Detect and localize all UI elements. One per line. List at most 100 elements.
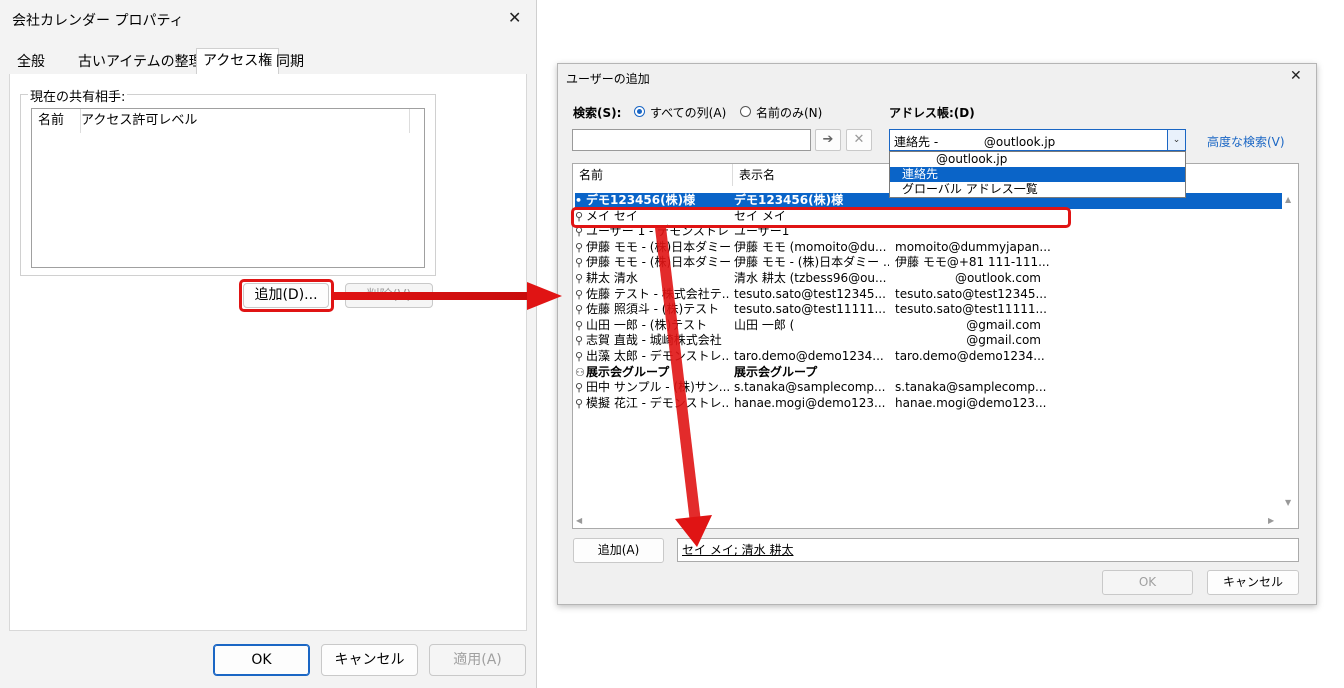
list-item-name: ⚲ 出藻 太郎 - デモンストレ...: [575, 349, 730, 365]
scroll-up-icon[interactable]: ▲: [1285, 195, 1291, 204]
radio-name-only[interactable]: [740, 106, 751, 117]
list-item-email: @gmail.com: [966, 333, 1041, 348]
go-arrow-icon[interactable]: ➔: [815, 129, 841, 151]
list-item-name-text: 山田 一郎 - (株)テスト: [586, 317, 708, 332]
person-icon: ⚲: [575, 318, 584, 332]
address-book-combo[interactable]: 連絡先 - @outlook.jp ⌄: [889, 129, 1186, 151]
person-icon: ⚲: [575, 334, 584, 348]
search-label: 検索(S):: [573, 106, 622, 120]
group-icon: ⚇: [575, 365, 585, 379]
cancel-button[interactable]: キャンセル: [321, 644, 418, 676]
person-icon: ⚲: [575, 396, 584, 410]
person-icon: ⚲: [575, 256, 584, 270]
list-item-name-text: 田中 サンプル - (株)サン...: [586, 380, 730, 395]
list-item-display-name: 展示会グループ: [734, 364, 818, 379]
list-item-name-text: 耕太 清水: [586, 271, 638, 285]
vertical-scrollbar[interactable]: ▲ ▼: [1282, 193, 1298, 516]
column-name[interactable]: 名前: [32, 109, 81, 133]
tab-permissions[interactable]: アクセス権: [196, 48, 280, 76]
close-icon[interactable]: ✕: [1290, 68, 1302, 84]
list-item[interactable]: ⚲ 耕太 清水 清水 耕太 (tzbess96@ou... @outlook.com: [575, 271, 1283, 287]
list-item[interactable]: ⚲ 伊藤 モモ - (株)日本ダミー 伊藤 モモ - (株)日本ダミー ... 伊藤 …: [575, 255, 1283, 271]
list-item-display-name: 清水 耕太 (tzbess96@ou...: [734, 271, 887, 285]
list-item-display-name: tesuto.sato@test11111...: [734, 302, 886, 317]
list-item-name-text: 佐藤 照須斗 - (株)テスト: [586, 302, 720, 317]
list-item-name-text: 志賀 直哉 - 城崎株式会社: [586, 333, 722, 348]
chevron-down-icon[interactable]: ⌄: [1167, 130, 1185, 150]
radio-all-columns-label[interactable]: すべての列(A): [650, 104, 726, 121]
clear-icon[interactable]: ✕: [846, 129, 872, 151]
added-users-field[interactable]: セイ メイ; 清水 耕太: [677, 538, 1299, 562]
search-input[interactable]: [572, 129, 811, 151]
apply-button[interactable]: 適用(A): [429, 644, 526, 676]
ok-button[interactable]: OK: [1102, 570, 1193, 595]
radio-name-only-label[interactable]: 名前のみ(N): [756, 104, 822, 121]
person-icon: ⚲: [575, 350, 584, 363]
list-item-email: tesuto.sato@test12345...: [895, 286, 1047, 301]
column-permission-level[interactable]: アクセス許可レベル: [76, 109, 410, 133]
list-item[interactable]: ⚲ 田中 サンプル - (株)サン... s.tanaka@samplecomp..…: [575, 380, 1283, 396]
ok-button[interactable]: OK: [213, 644, 310, 676]
scroll-right-icon[interactable]: ▶: [1268, 516, 1274, 525]
horizontal-scrollbar[interactable]: ◀ ▶: [574, 514, 1282, 528]
tab-general[interactable]: 全般: [11, 50, 51, 74]
list-item[interactable]: ⚲ 伊藤 モモ - (株)日本ダミー 伊藤 モモ (momoito@du... mom…: [575, 240, 1283, 256]
cancel-button[interactable]: キャンセル: [1207, 570, 1299, 595]
list-item-email: hanae.mogi@demo123...: [895, 395, 1047, 410]
remove-button[interactable]: 削除(V): [345, 283, 433, 308]
added-users-text: セイ メイ; 清水 耕太: [682, 543, 794, 557]
add-users-button[interactable]: 追加(A): [573, 538, 664, 563]
list-item-name: ⚲ 伊藤 モモ - (株)日本ダミー: [575, 240, 730, 256]
list-item-name-text: 模擬 花江 - デモンストレ...: [586, 395, 730, 410]
list-item-name: ⚇展示会グループ: [575, 365, 730, 381]
close-icon[interactable]: ✕: [508, 8, 521, 27]
list-item-name-text: 佐藤 テスト - 株式会社テ...: [586, 286, 730, 301]
radio-all-columns[interactable]: [634, 106, 645, 117]
list-item-display-name: tesuto.sato@test12345...: [734, 286, 886, 301]
address-book-dropdown: @outlook.jp 連絡先 グローバル アドレス一覧: [889, 151, 1186, 198]
list-item-name: ⚲ 山田 一郎 - (株)テスト: [575, 318, 730, 334]
column-name[interactable]: 名前: [573, 164, 733, 186]
list-item-name: ⚲ 伊藤 モモ - (株)日本ダミー: [575, 255, 730, 271]
person-icon: ⚲: [575, 303, 584, 317]
list-item-email: tesuto.sato@test11111...: [895, 302, 1047, 317]
list-item[interactable]: ⚲ 佐藤 照須斗 - (株)テスト tesuto.sato@test11111...…: [575, 302, 1283, 318]
dropdown-option[interactable]: @outlook.jp: [890, 152, 1185, 167]
advanced-search-link[interactable]: 高度な検索(V): [1207, 133, 1285, 150]
shared-with-label: 現在の共有相手:: [28, 86, 128, 105]
list-item-email: @outlook.com: [954, 271, 1041, 285]
person-icon: ⚲: [575, 240, 584, 254]
list-item-name-text: 展示会グループ: [586, 364, 670, 379]
list-item-name-text: 伊藤 モモ - (株)日本ダミー: [586, 255, 730, 270]
tab-sync[interactable]: 同期: [270, 50, 310, 74]
list-item-name: ⚲ 耕太 清水: [575, 271, 730, 287]
list-item-name: ⚲ 佐藤 照須斗 - (株)テスト: [575, 302, 730, 318]
list-item[interactable]: ⚇展示会グループ 展示会グループ: [575, 365, 1283, 381]
list-item[interactable]: ⚲ 佐藤 テスト - 株式会社テ... tesuto.sato@test12345.…: [575, 287, 1283, 303]
list-item-email: taro.demo@demo1234...: [895, 349, 1045, 363]
person-icon: ⚲: [575, 287, 584, 301]
address-book-label: アドレス帳:(D): [889, 106, 975, 120]
list-item-display-name: s.tanaka@samplecomp...: [734, 380, 886, 395]
list-item-display-name: taro.demo@demo1234...: [734, 349, 884, 363]
list-item-email: s.tanaka@samplecomp...: [895, 380, 1047, 395]
dropdown-option[interactable]: グローバル アドレス一覧: [890, 182, 1185, 197]
list-item[interactable]: ⚲ 山田 一郎 - (株)テスト 山田 一郎 (@gmail.com: [575, 318, 1283, 334]
list-item-display-name: 山田 一郎 (: [734, 317, 795, 332]
list-item[interactable]: ⚲ 模擬 花江 - デモンストレ... hanae.mogi@demo123... h…: [575, 396, 1283, 412]
person-icon: ⚲: [575, 272, 584, 285]
scroll-left-icon[interactable]: ◀: [576, 516, 582, 525]
scroll-down-icon[interactable]: ▼: [1285, 498, 1291, 507]
list-item-name: ⚲ 志賀 直哉 - 城崎株式会社: [575, 333, 730, 349]
tab-auto-archive[interactable]: 古いアイテムの整理: [72, 50, 209, 74]
highlight-row: [571, 207, 1071, 228]
dropdown-option-selected[interactable]: 連絡先: [890, 167, 1185, 182]
address-book-value: 連絡先 - @outlook.jp: [894, 135, 1056, 149]
list-item-name: ⚲ 模擬 花江 - デモンストレ...: [575, 396, 730, 412]
list-item-email: 伊藤 モモ@+81 111-111...: [895, 255, 1050, 270]
list-item-name: ⚲ 田中 サンプル - (株)サン...: [575, 380, 730, 396]
person-icon: ⚲: [575, 381, 584, 395]
list-item[interactable]: ⚲ 出藻 太郎 - デモンストレ... taro.demo@demo1234... t…: [575, 349, 1283, 365]
list-item-display-name: hanae.mogi@demo123...: [734, 395, 886, 410]
list-item[interactable]: ⚲ 志賀 直哉 - 城崎株式会社 @gmail.com: [575, 333, 1283, 349]
